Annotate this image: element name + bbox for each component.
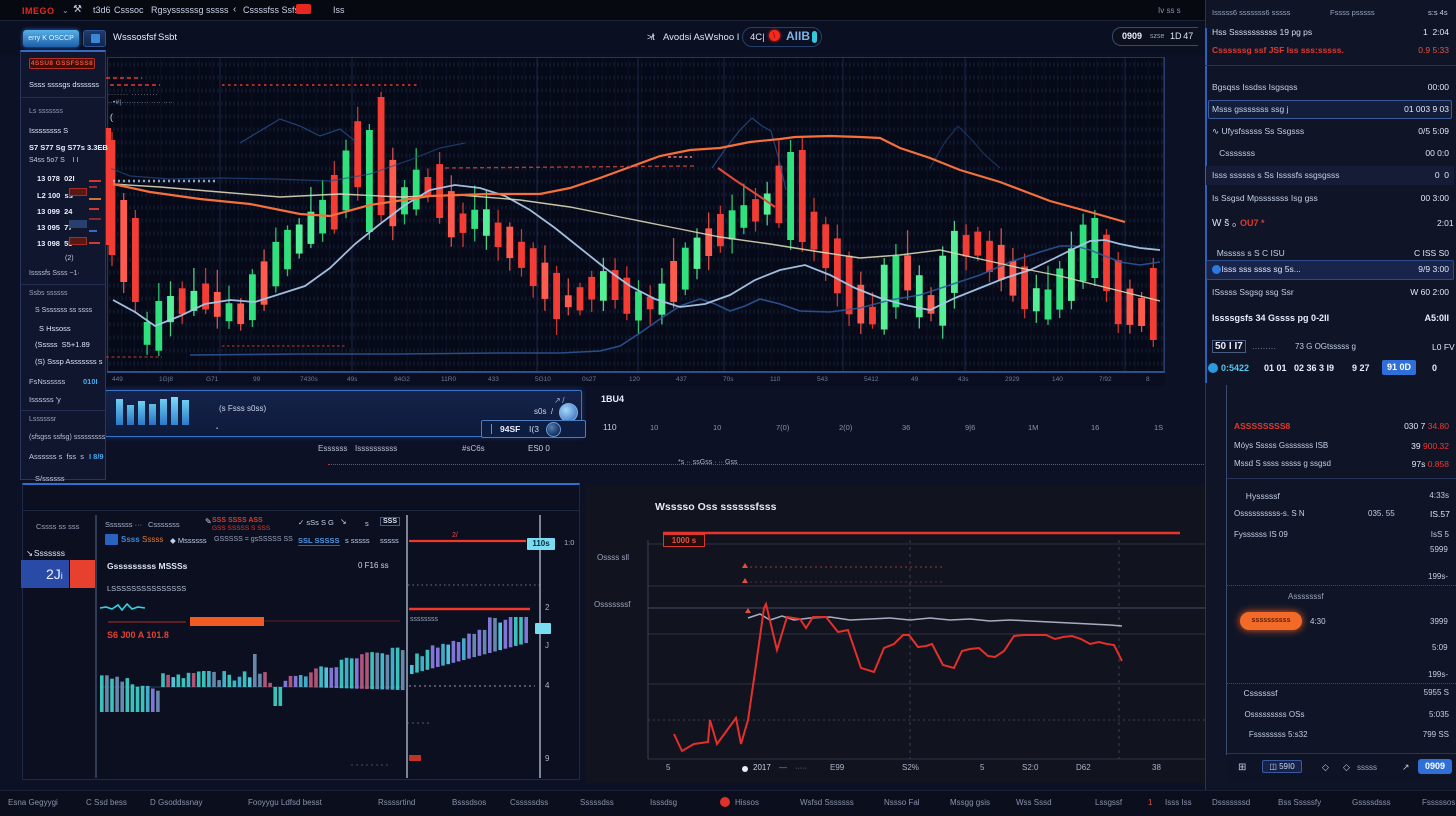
svg-text:110: 110 [770,376,781,383]
svg-text:94G2: 94G2 [394,376,410,383]
svg-text:8: 8 [1146,376,1150,383]
svg-text:437: 437 [676,376,687,383]
svg-text:4: 4 [545,681,550,690]
svg-text:9: 9 [545,754,550,763]
svg-text:2: 2 [545,603,550,612]
svg-text:J: J [545,641,549,650]
svg-text:5G10: 5G10 [535,376,551,383]
svg-text:543: 543 [817,376,828,383]
svg-text:G71: G71 [206,376,219,383]
svg-text:2929: 2929 [1005,376,1020,383]
svg-text:7430s: 7430s [300,376,318,383]
svg-text:140: 140 [1052,376,1063,383]
svg-text:5412: 5412 [864,376,879,383]
svg-text:120: 120 [629,376,640,383]
svg-text:449: 449 [112,376,123,383]
svg-text:49s: 49s [347,376,358,383]
svg-text:11R0: 11R0 [441,376,456,383]
svg-text:433: 433 [488,376,499,383]
svg-text:70s: 70s [723,376,734,383]
svg-text:7/92: 7/92 [1099,376,1112,383]
svg-text:1G|8: 1G|8 [159,376,173,383]
svg-text:49: 49 [911,376,919,383]
svg-text:2/: 2/ [452,532,458,539]
svg-text:99: 99 [253,376,261,383]
svg-text:0s27: 0s27 [582,376,596,383]
svg-text:ssssssss: ssssssss [410,616,439,623]
svg-text:43s: 43s [958,376,969,383]
